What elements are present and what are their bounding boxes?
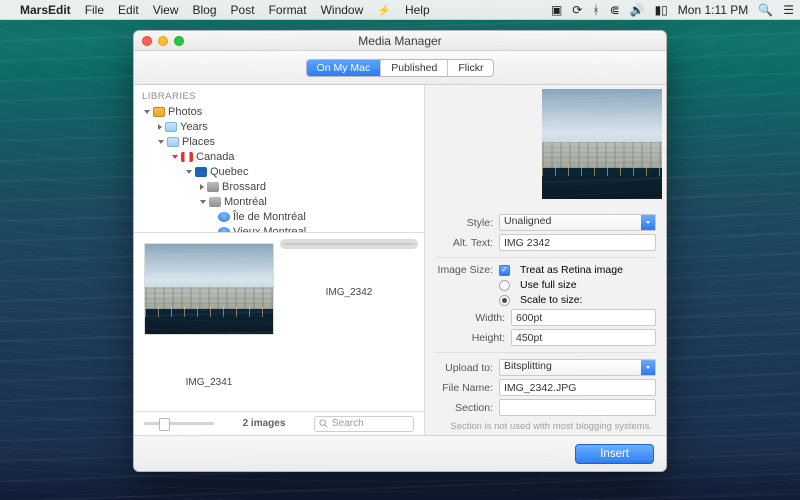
libraries-header: LIBRARIES (134, 89, 424, 104)
chevron-down-icon (641, 215, 655, 230)
retina-checkbox[interactable] (499, 265, 510, 276)
menu-window[interactable]: Window (321, 3, 364, 17)
thumbnail-browser[interactable]: IMG_2341 IMG_2342 (134, 233, 424, 411)
window-footer: Insert (134, 435, 666, 471)
titlebar[interactable]: Media Manager (134, 31, 666, 51)
preview-area (425, 85, 666, 205)
city-icon (207, 182, 219, 192)
thumbnail-footer: 2 images Search (134, 411, 424, 435)
tab-flickr[interactable]: Flickr (447, 60, 493, 76)
toolbar: On My Mac Published Flickr (134, 51, 666, 85)
preview-image (542, 89, 662, 199)
tree-canada[interactable]: Canada (138, 149, 424, 164)
photos-icon (153, 107, 165, 117)
menu-help[interactable]: Help (405, 3, 430, 17)
upload-select[interactable]: Bitsplitting (499, 359, 656, 376)
properties-form: Style:Unaligned Alt. Text: Image Size:Tr… (425, 205, 666, 435)
right-pane: Style:Unaligned Alt. Text: Image Size:Tr… (425, 85, 666, 435)
insert-button[interactable]: Insert (575, 444, 654, 464)
menu-post[interactable]: Post (231, 3, 255, 17)
media-manager-window: Media Manager On My Mac Published Flickr… (133, 30, 667, 472)
width-input[interactable] (511, 309, 656, 326)
menu-format[interactable]: Format (269, 3, 307, 17)
notifications-icon[interactable]: ☰ (783, 3, 794, 17)
thumbnail-label: IMG_2341 (186, 377, 233, 388)
bluetooth-icon[interactable]: ᚼ (592, 3, 599, 17)
image-count: 2 images (226, 418, 302, 429)
source-segmented-control[interactable]: On My Mac Published Flickr (306, 59, 495, 77)
clock[interactable]: Mon 1:11 PM (678, 3, 748, 17)
menu-script-icon[interactable] (377, 3, 391, 17)
tree-brossard[interactable]: Brossard (138, 179, 424, 194)
tab-published[interactable]: Published (380, 60, 447, 76)
thumbnail-item[interactable]: IMG_2341 (144, 243, 274, 388)
left-pane: LIBRARIES Photos Years Places Canada Que… (134, 85, 425, 435)
folder-icon (167, 137, 179, 147)
flag-quebec-icon (195, 167, 207, 177)
folder-icon (165, 122, 177, 132)
battery-icon[interactable]: ▮▯ (655, 3, 668, 17)
menu-file[interactable]: File (85, 3, 104, 17)
thumbnail-item[interactable]: IMG_2342 (284, 243, 414, 298)
menu-blog[interactable]: Blog (193, 3, 217, 17)
volume-icon[interactable]: 🔊 (630, 3, 645, 17)
search-input[interactable]: Search (314, 416, 414, 432)
tree-montreal[interactable]: Montréal (138, 194, 424, 209)
globe-icon (218, 212, 230, 222)
section-hint: Section is not used with most blogging s… (435, 419, 656, 435)
tree-ile-de-montreal[interactable]: Île de Montréal (138, 209, 424, 224)
sync-icon[interactable]: ⟳ (572, 3, 582, 17)
thumbnail-size-slider[interactable] (144, 422, 214, 425)
window-title: Media Manager (134, 34, 666, 48)
menubar: MarsEdit File Edit View Blog Post Format… (0, 0, 800, 20)
height-input[interactable] (511, 329, 656, 346)
menu-app[interactable]: MarsEdit (20, 3, 71, 17)
city-icon (209, 197, 221, 207)
full-size-radio[interactable] (499, 280, 510, 291)
flag-canada-icon (181, 152, 193, 162)
tree-vieux-montreal[interactable]: Vieux Montreal (138, 224, 424, 233)
desktop: MarsEdit File Edit View Blog Post Format… (0, 0, 800, 500)
libraries-tree[interactable]: LIBRARIES Photos Years Places Canada Que… (134, 85, 424, 233)
alt-text-input[interactable] (499, 234, 656, 251)
menu-view[interactable]: View (153, 3, 179, 17)
wifi-icon[interactable]: ⋐ (610, 3, 620, 17)
tree-photos[interactable]: Photos (138, 104, 424, 119)
search-icon (319, 419, 328, 428)
tree-places[interactable]: Places (138, 134, 424, 149)
spotlight-icon[interactable]: 🔍 (758, 3, 773, 17)
scale-radio[interactable] (499, 295, 510, 306)
tree-quebec[interactable]: Quebec (138, 164, 424, 179)
tree-years[interactable]: Years (138, 119, 424, 134)
style-select[interactable]: Unaligned (499, 214, 656, 231)
airplay-icon[interactable]: ▣ (551, 3, 562, 17)
tab-on-my-mac[interactable]: On My Mac (307, 60, 381, 76)
thumbnail-label: IMG_2342 (326, 287, 373, 298)
filename-input[interactable] (499, 379, 656, 396)
section-input[interactable] (499, 399, 656, 416)
menu-edit[interactable]: Edit (118, 3, 139, 17)
chevron-down-icon (641, 360, 655, 375)
